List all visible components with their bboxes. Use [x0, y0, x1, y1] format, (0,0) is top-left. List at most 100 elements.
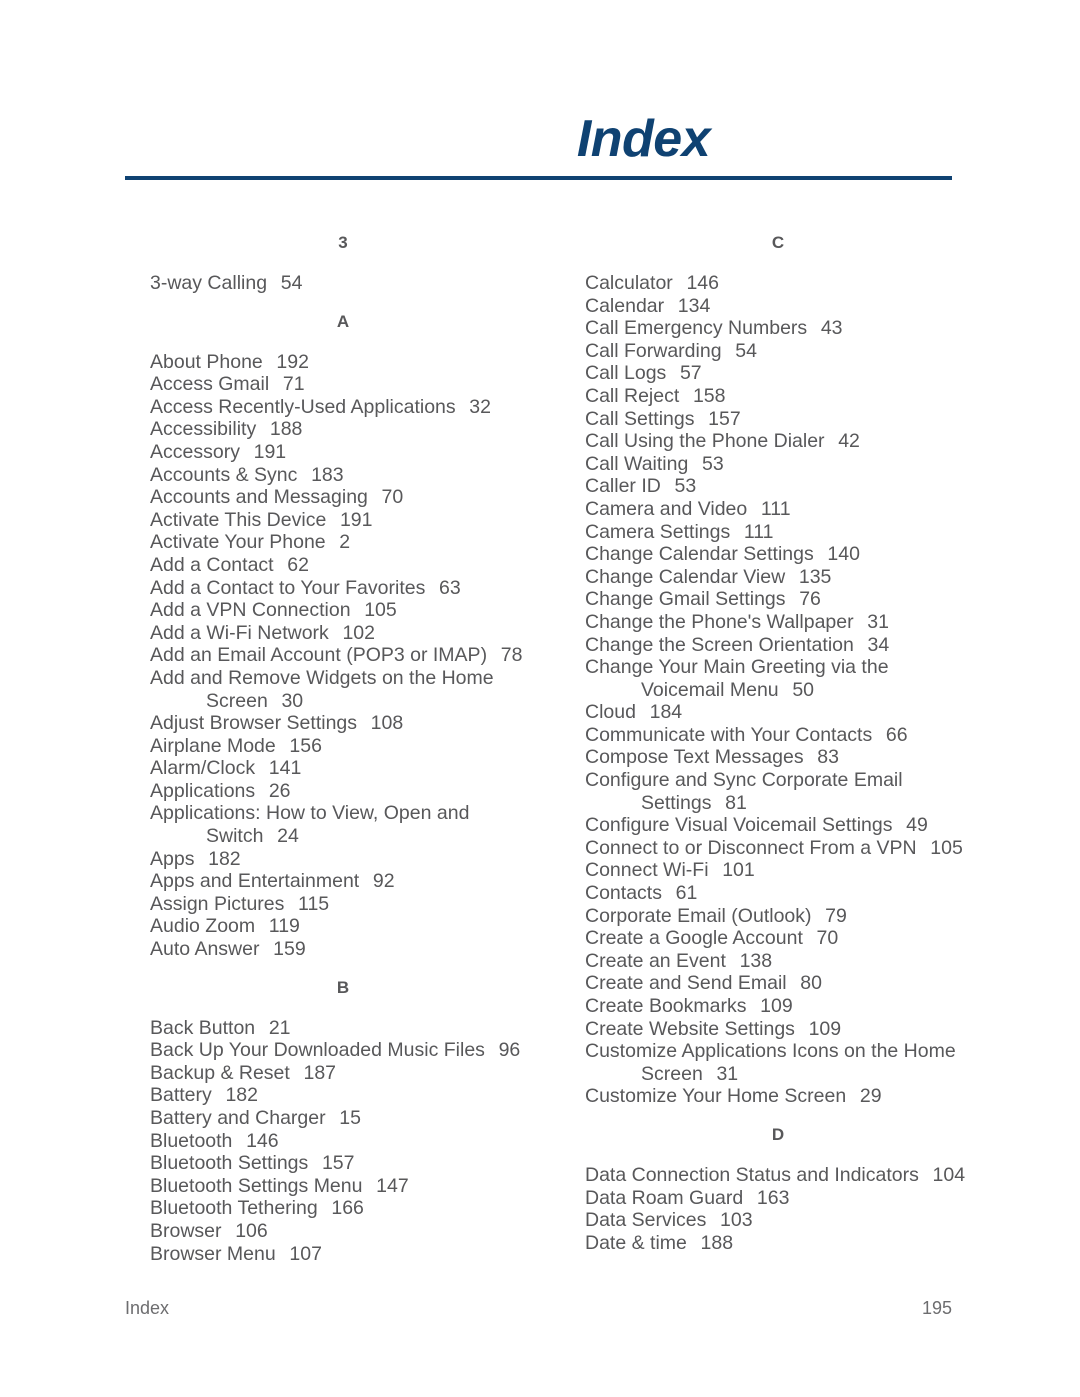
index-entry[interactable]: Create and Send Email 80: [585, 972, 870, 995]
index-entry[interactable]: Connect to or Disconnect From a VPN 105: [585, 837, 963, 860]
index-entry[interactable]: Create a Google Account 70: [585, 927, 870, 950]
index-entry[interactable]: Calendar 134: [585, 295, 870, 318]
index-entry[interactable]: Communicate with Your Contacts 66: [585, 724, 908, 747]
index-entry-page: 29: [859, 1085, 882, 1108]
index-entry[interactable]: Access Gmail 71: [150, 373, 435, 396]
index-entry[interactable]: Data Services 103: [585, 1209, 870, 1232]
index-entry[interactable]: Audio Zoom 119: [150, 915, 435, 938]
index-entry[interactable]: Activate This Device 191: [150, 509, 435, 532]
index-entry-title: Activate Your Phone: [150, 531, 326, 554]
index-entry-page: 191: [253, 440, 287, 463]
index-entry[interactable]: Date & time 188: [585, 1232, 870, 1255]
index-entry[interactable]: Bluetooth Settings Menu 147: [150, 1175, 435, 1198]
index-entry[interactable]: Change Calendar View 135: [585, 566, 870, 589]
index-entry-title: Apps: [150, 847, 195, 870]
index-entry[interactable]: Adjust Browser Settings 108: [150, 712, 435, 735]
index-entry[interactable]: Corporate Email (Outlook) 79: [585, 905, 870, 928]
index-entry[interactable]: 3-way Calling 54: [150, 272, 435, 295]
index-entry[interactable]: Applications 26: [150, 780, 435, 803]
index-entry[interactable]: Call Forwarding 54: [585, 340, 870, 363]
index-entry[interactable]: Alarm/Clock 141: [150, 757, 435, 780]
index-entry[interactable]: Calculator 146: [585, 272, 870, 295]
index-entry[interactable]: Battery and Charger 15: [150, 1107, 435, 1130]
index-entry[interactable]: Apps and Entertainment 92: [150, 870, 435, 893]
index-entry[interactable]: Back Button 21: [150, 1017, 435, 1040]
index-entry[interactable]: Back Up Your Downloaded Music Files 96: [150, 1039, 520, 1062]
index-entry[interactable]: Customize Applications Icons on the Home…: [585, 1040, 956, 1085]
index-entry-title: About Phone: [150, 350, 263, 373]
index-entry[interactable]: Accounts and Messaging 70: [150, 486, 435, 509]
index-entry[interactable]: Accessibility 188: [150, 418, 435, 441]
index-entry[interactable]: Bluetooth Settings 157: [150, 1152, 435, 1175]
index-entry[interactable]: Backup & Reset 187: [150, 1062, 435, 1085]
index-entry-title: Accessibility: [150, 418, 257, 441]
index-entry-page: 183: [311, 463, 344, 486]
index-entry-page: 43: [820, 317, 843, 340]
index-entry[interactable]: Bluetooth Tethering 166: [150, 1197, 435, 1220]
index-entry-title: Camera Settings: [585, 520, 731, 543]
index-entry[interactable]: Airplane Mode 156: [150, 735, 435, 758]
index-entry[interactable]: Configure Visual Voicemail Settings 49: [585, 814, 928, 837]
index-entry[interactable]: Call Logs 57: [585, 362, 870, 385]
index-entry[interactable]: Auto Answer 159: [150, 938, 435, 961]
index-entry[interactable]: Contacts 61: [585, 882, 870, 905]
letter-group-3: 3 3-way Calling 54: [150, 232, 435, 295]
index-entry[interactable]: Battery 182: [150, 1084, 435, 1107]
index-entry[interactable]: Add and Remove Widgets on the Home Screen…: [150, 667, 494, 712]
index-entry[interactable]: Change Calendar Settings 140: [585, 543, 870, 566]
index-entry[interactable]: Customize Your Home Screen 29: [585, 1085, 882, 1108]
index-entry[interactable]: Add a VPN Connection 105: [150, 599, 435, 622]
index-entry[interactable]: Cloud 184: [585, 701, 870, 724]
index-entry[interactable]: Applications: How to View, Open and Switc…: [150, 802, 469, 847]
index-entry[interactable]: Browser 106: [150, 1220, 435, 1243]
index-entry-page: 146: [246, 1129, 279, 1152]
index-entry[interactable]: About Phone 192: [150, 351, 435, 374]
index-entry[interactable]: Create an Event 138: [585, 950, 870, 973]
index-entry[interactable]: Configure and Sync Corporate Email Settin…: [585, 769, 903, 814]
index-entry-title: Bluetooth Tethering: [150, 1197, 318, 1220]
index-entry[interactable]: Change Your Main Greeting via the Voicema…: [585, 656, 889, 701]
index-entry[interactable]: Add a Contact 62: [150, 554, 435, 577]
index-entry[interactable]: Create Bookmarks 109: [585, 995, 870, 1018]
index-entry[interactable]: Change the Screen Orientation 34: [585, 634, 889, 657]
index-entry[interactable]: Camera Settings 111: [585, 521, 870, 544]
index-entry-page: 191: [339, 508, 373, 531]
index-entry[interactable]: Accounts & Sync 183: [150, 464, 435, 487]
index-entry-title: 3-way Calling: [150, 272, 268, 294]
index-entry[interactable]: Change the Phone's Wallpaper 31: [585, 610, 889, 634]
index-entry[interactable]: Assign Pictures 115: [150, 893, 435, 916]
index-entry-title: Change the Phone's Wallpaper: [585, 610, 854, 633]
index-entry[interactable]: Activate Your Phone 2: [150, 531, 435, 554]
index-entry-page: 188: [269, 418, 303, 441]
index-entry[interactable]: Call Reject 158: [585, 385, 870, 408]
index-entry[interactable]: Browser Menu 107: [150, 1243, 435, 1266]
index-entry[interactable]: Bluetooth 146: [150, 1130, 435, 1153]
index-entry[interactable]: Apps 182: [150, 848, 435, 871]
index-entry-title: Create Website Settings: [585, 1017, 795, 1040]
index-entry[interactable]: Call Emergency Numbers 43: [585, 317, 870, 340]
index-entry[interactable]: Create Website Settings 109: [585, 1018, 870, 1041]
index-entry-title: Activate This Device: [150, 508, 327, 531]
index-entry-page: 119: [268, 915, 300, 938]
index-entry-title: Audio Zoom: [150, 915, 256, 938]
index-entry[interactable]: Call Waiting 53: [585, 453, 870, 476]
index-entry[interactable]: Data Roam Guard 163: [585, 1187, 870, 1210]
index-entry[interactable]: Access Recently-Used Applications 32: [150, 396, 491, 419]
letter-group-A: A About Phone 192 Access Gmail 71 Access Re…: [150, 295, 522, 961]
index-entry-page: 81: [725, 791, 747, 814]
index-entry-title: Customize Your Home Screen: [585, 1085, 847, 1108]
index-entry[interactable]: Add an Email Account (POP3 or IMAP) 78: [150, 644, 522, 667]
index-entry[interactable]: Call Settings 157: [585, 408, 870, 431]
index-entry[interactable]: Add a Contact to Your Favorites 63: [150, 577, 461, 600]
index-entry[interactable]: Connect Wi-Fi 101: [585, 859, 870, 882]
index-entry-page: 108: [370, 712, 404, 735]
index-entry[interactable]: Compose Text Messages 83: [585, 746, 870, 769]
index-entry[interactable]: Data Connection Status and Indicators 10…: [585, 1164, 965, 1187]
index-entry[interactable]: Camera and Video 111: [585, 498, 870, 521]
index-entry-page: 184: [649, 701, 683, 724]
index-entry[interactable]: Change Gmail Settings 76: [585, 588, 870, 611]
index-entry[interactable]: Caller ID 53: [585, 475, 870, 498]
index-entry[interactable]: Call Using the Phone Dialer 42: [585, 430, 870, 453]
index-entry[interactable]: Accessory 191: [150, 441, 435, 464]
index-entry[interactable]: Add a Wi-Fi Network 102: [150, 622, 435, 645]
